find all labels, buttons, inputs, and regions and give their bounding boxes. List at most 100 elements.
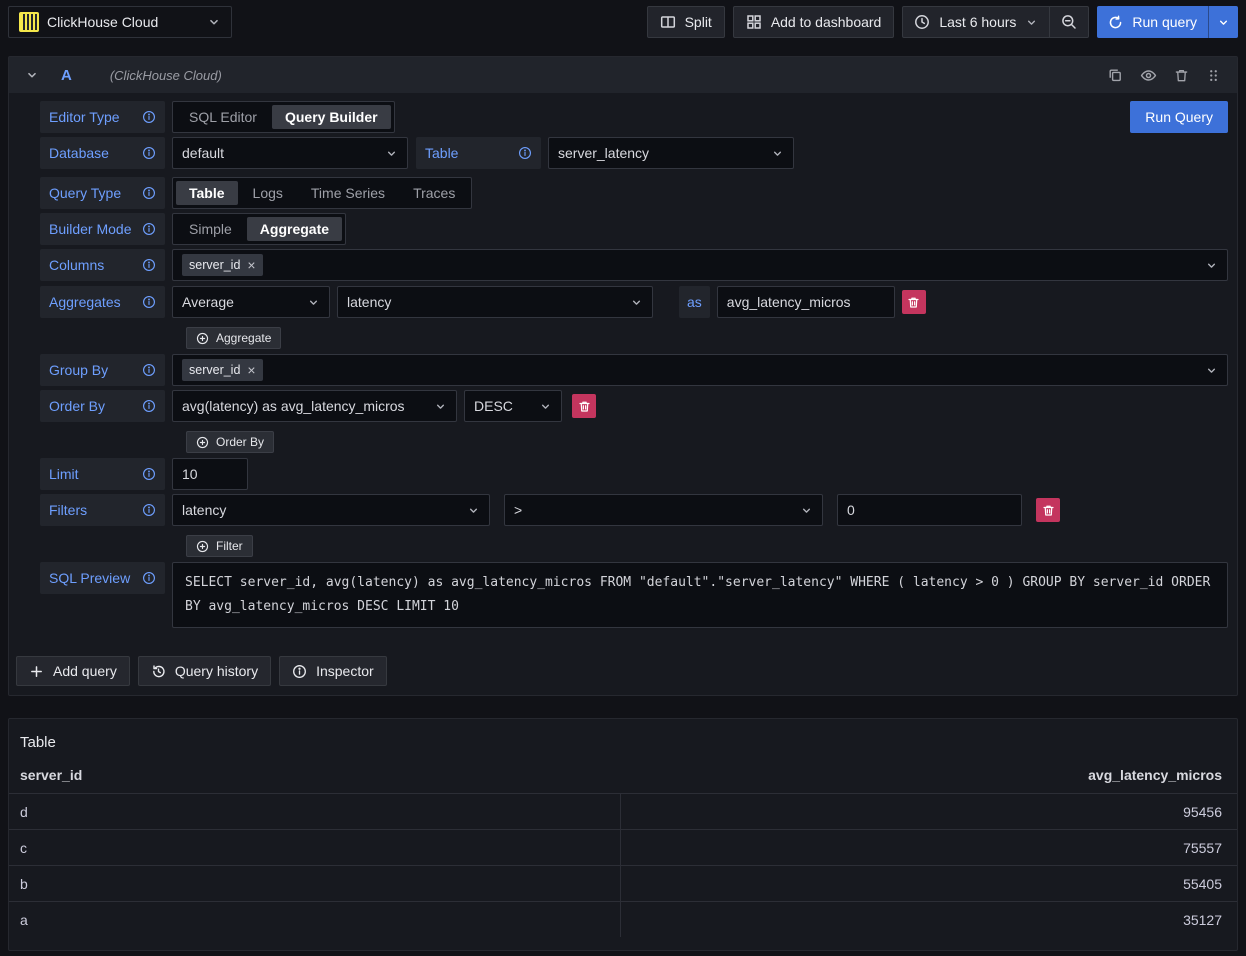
query-editor-panel: A (ClickHouse Cloud) Editor Type SQL Edi…: [8, 56, 1238, 696]
run-query-label: Run query: [1132, 14, 1197, 30]
plus-circle-icon: [196, 540, 209, 553]
collapse-caret-icon[interactable]: [25, 68, 39, 82]
zoom-out-time-button[interactable]: [1049, 7, 1088, 37]
aggregate-column-select[interactable]: latency: [337, 286, 653, 318]
query-row-header: A (ClickHouse Cloud): [9, 57, 1237, 93]
clickhouse-logo-icon: [19, 12, 39, 32]
add-to-dashboard-label: Add to dashboard: [771, 14, 882, 30]
builder-mode-option-aggregate[interactable]: Aggregate: [247, 217, 342, 241]
query-type-option-timeseries[interactable]: Time Series: [298, 181, 398, 205]
query-ref-id[interactable]: A: [61, 67, 72, 84]
columns-multiselect[interactable]: server_id ×: [172, 249, 1228, 281]
remove-filter-button[interactable]: [1036, 498, 1060, 522]
add-order-by-button[interactable]: Order By: [186, 431, 274, 453]
zoom-out-icon: [1061, 14, 1077, 30]
table-row[interactable]: b 55405: [9, 865, 1237, 901]
cell-avg-latency: 35127: [620, 902, 1237, 937]
filter-value-input[interactable]: [837, 494, 1022, 526]
panel-run-query-button[interactable]: Run Query: [1130, 101, 1228, 133]
database-table-row: Database default Table server_latency: [40, 137, 1228, 169]
add-query-button[interactable]: Add query: [16, 656, 130, 686]
time-range-picker[interactable]: Last 6 hours: [903, 7, 1049, 37]
database-select[interactable]: default: [172, 137, 408, 169]
chevron-down-icon: [539, 400, 552, 413]
query-type-option-table[interactable]: Table: [176, 181, 238, 205]
table-select[interactable]: server_latency: [548, 137, 794, 169]
info-icon: [142, 186, 156, 200]
query-history-button[interactable]: Query history: [138, 656, 271, 686]
editor-type-option-sql[interactable]: SQL Editor: [176, 105, 270, 129]
info-icon: [518, 146, 532, 160]
cell-server-id: d: [9, 794, 620, 829]
info-icon: [142, 222, 156, 236]
order-by-label: Order By: [40, 390, 165, 422]
columns-row: Columns server_id ×: [40, 249, 1228, 281]
filter-column-select[interactable]: latency: [172, 494, 490, 526]
info-icon: [142, 146, 156, 160]
filters-row: Filters latency >: [40, 494, 1228, 526]
table-result-panel: Table server_id avg_latency_micros d 954…: [8, 718, 1238, 951]
query-type-option-logs[interactable]: Logs: [240, 181, 296, 205]
datasource-name: ClickHouse Cloud: [47, 14, 199, 30]
table-row[interactable]: c 75557: [9, 829, 1237, 865]
query-datasource-hint: (ClickHouse Cloud): [110, 68, 222, 83]
query-type-toggle: Table Logs Time Series Traces: [172, 177, 472, 209]
table-panel-title: Table: [9, 729, 1237, 755]
column-header-avg-latency[interactable]: avg_latency_micros: [620, 767, 1237, 783]
limit-row: Limit: [40, 458, 1228, 490]
hide-response-eye-icon[interactable]: [1140, 67, 1157, 84]
editor-type-row: Editor Type SQL Editor Query Builder Run…: [40, 101, 1228, 133]
plus-icon: [29, 664, 44, 679]
drag-handle-icon[interactable]: [1206, 68, 1221, 83]
chevron-down-icon: [800, 504, 813, 517]
split-icon: [660, 14, 676, 30]
cell-server-id: a: [9, 902, 620, 937]
cell-server-id: b: [9, 866, 620, 901]
sql-preview-text: SELECT server_id, avg(latency) as avg_la…: [172, 562, 1228, 628]
trash-icon: [907, 296, 920, 309]
query-type-label: Query Type: [40, 177, 165, 209]
limit-input[interactable]: [172, 458, 248, 490]
aggregate-alias-input[interactable]: [717, 286, 895, 318]
datasource-picker[interactable]: ClickHouse Cloud: [8, 6, 232, 38]
order-by-direction-select[interactable]: DESC: [464, 390, 562, 422]
add-to-dashboard-button[interactable]: Add to dashboard: [733, 6, 895, 38]
chevron-down-icon: [207, 15, 221, 29]
refresh-icon: [1108, 15, 1123, 30]
columns-label: Columns: [40, 249, 165, 281]
remove-chip-icon[interactable]: ×: [247, 258, 255, 272]
group-by-multiselect[interactable]: server_id ×: [172, 354, 1228, 386]
table-row[interactable]: a 35127: [9, 901, 1237, 937]
remove-order-by-button[interactable]: [572, 394, 596, 418]
query-builder-form: Editor Type SQL Editor Query Builder Run…: [9, 93, 1237, 628]
history-icon: [151, 664, 166, 679]
remove-query-trash-icon[interactable]: [1174, 68, 1189, 83]
column-header-server-id[interactable]: server_id: [9, 767, 620, 783]
table-header-row: server_id avg_latency_micros: [9, 757, 1237, 793]
add-aggregate-button[interactable]: Aggregate: [186, 327, 281, 349]
table-row[interactable]: d 95456: [9, 793, 1237, 829]
editor-type-option-builder[interactable]: Query Builder: [272, 105, 391, 129]
group-by-row: Group By server_id ×: [40, 354, 1228, 386]
add-filter-button[interactable]: Filter: [186, 535, 253, 557]
remove-aggregate-button[interactable]: [902, 290, 926, 314]
builder-mode-toggle: Simple Aggregate: [172, 213, 346, 245]
dashboard-grid-icon: [746, 14, 762, 30]
builder-mode-option-simple[interactable]: Simple: [176, 217, 245, 241]
cell-avg-latency: 95456: [620, 794, 1237, 829]
order-by-field-select[interactable]: avg(latency) as avg_latency_micros: [172, 390, 457, 422]
chevron-down-icon: [1205, 259, 1218, 272]
builder-mode-row: Builder Mode Simple Aggregate: [40, 213, 1228, 245]
filter-operator-select[interactable]: >: [504, 494, 823, 526]
split-button[interactable]: Split: [647, 6, 725, 38]
run-query-dropdown[interactable]: [1208, 6, 1238, 38]
inspector-button[interactable]: Inspector: [279, 656, 387, 686]
remove-chip-icon[interactable]: ×: [247, 363, 255, 377]
info-icon: [142, 295, 156, 309]
duplicate-query-icon[interactable]: [1107, 67, 1123, 83]
top-bar: ClickHouse Cloud Split Add to dashboard …: [0, 0, 1246, 44]
chevron-down-icon: [434, 400, 447, 413]
query-type-option-traces[interactable]: Traces: [400, 181, 468, 205]
run-query-button[interactable]: Run query: [1097, 6, 1208, 38]
aggregate-function-select[interactable]: Average: [172, 286, 330, 318]
